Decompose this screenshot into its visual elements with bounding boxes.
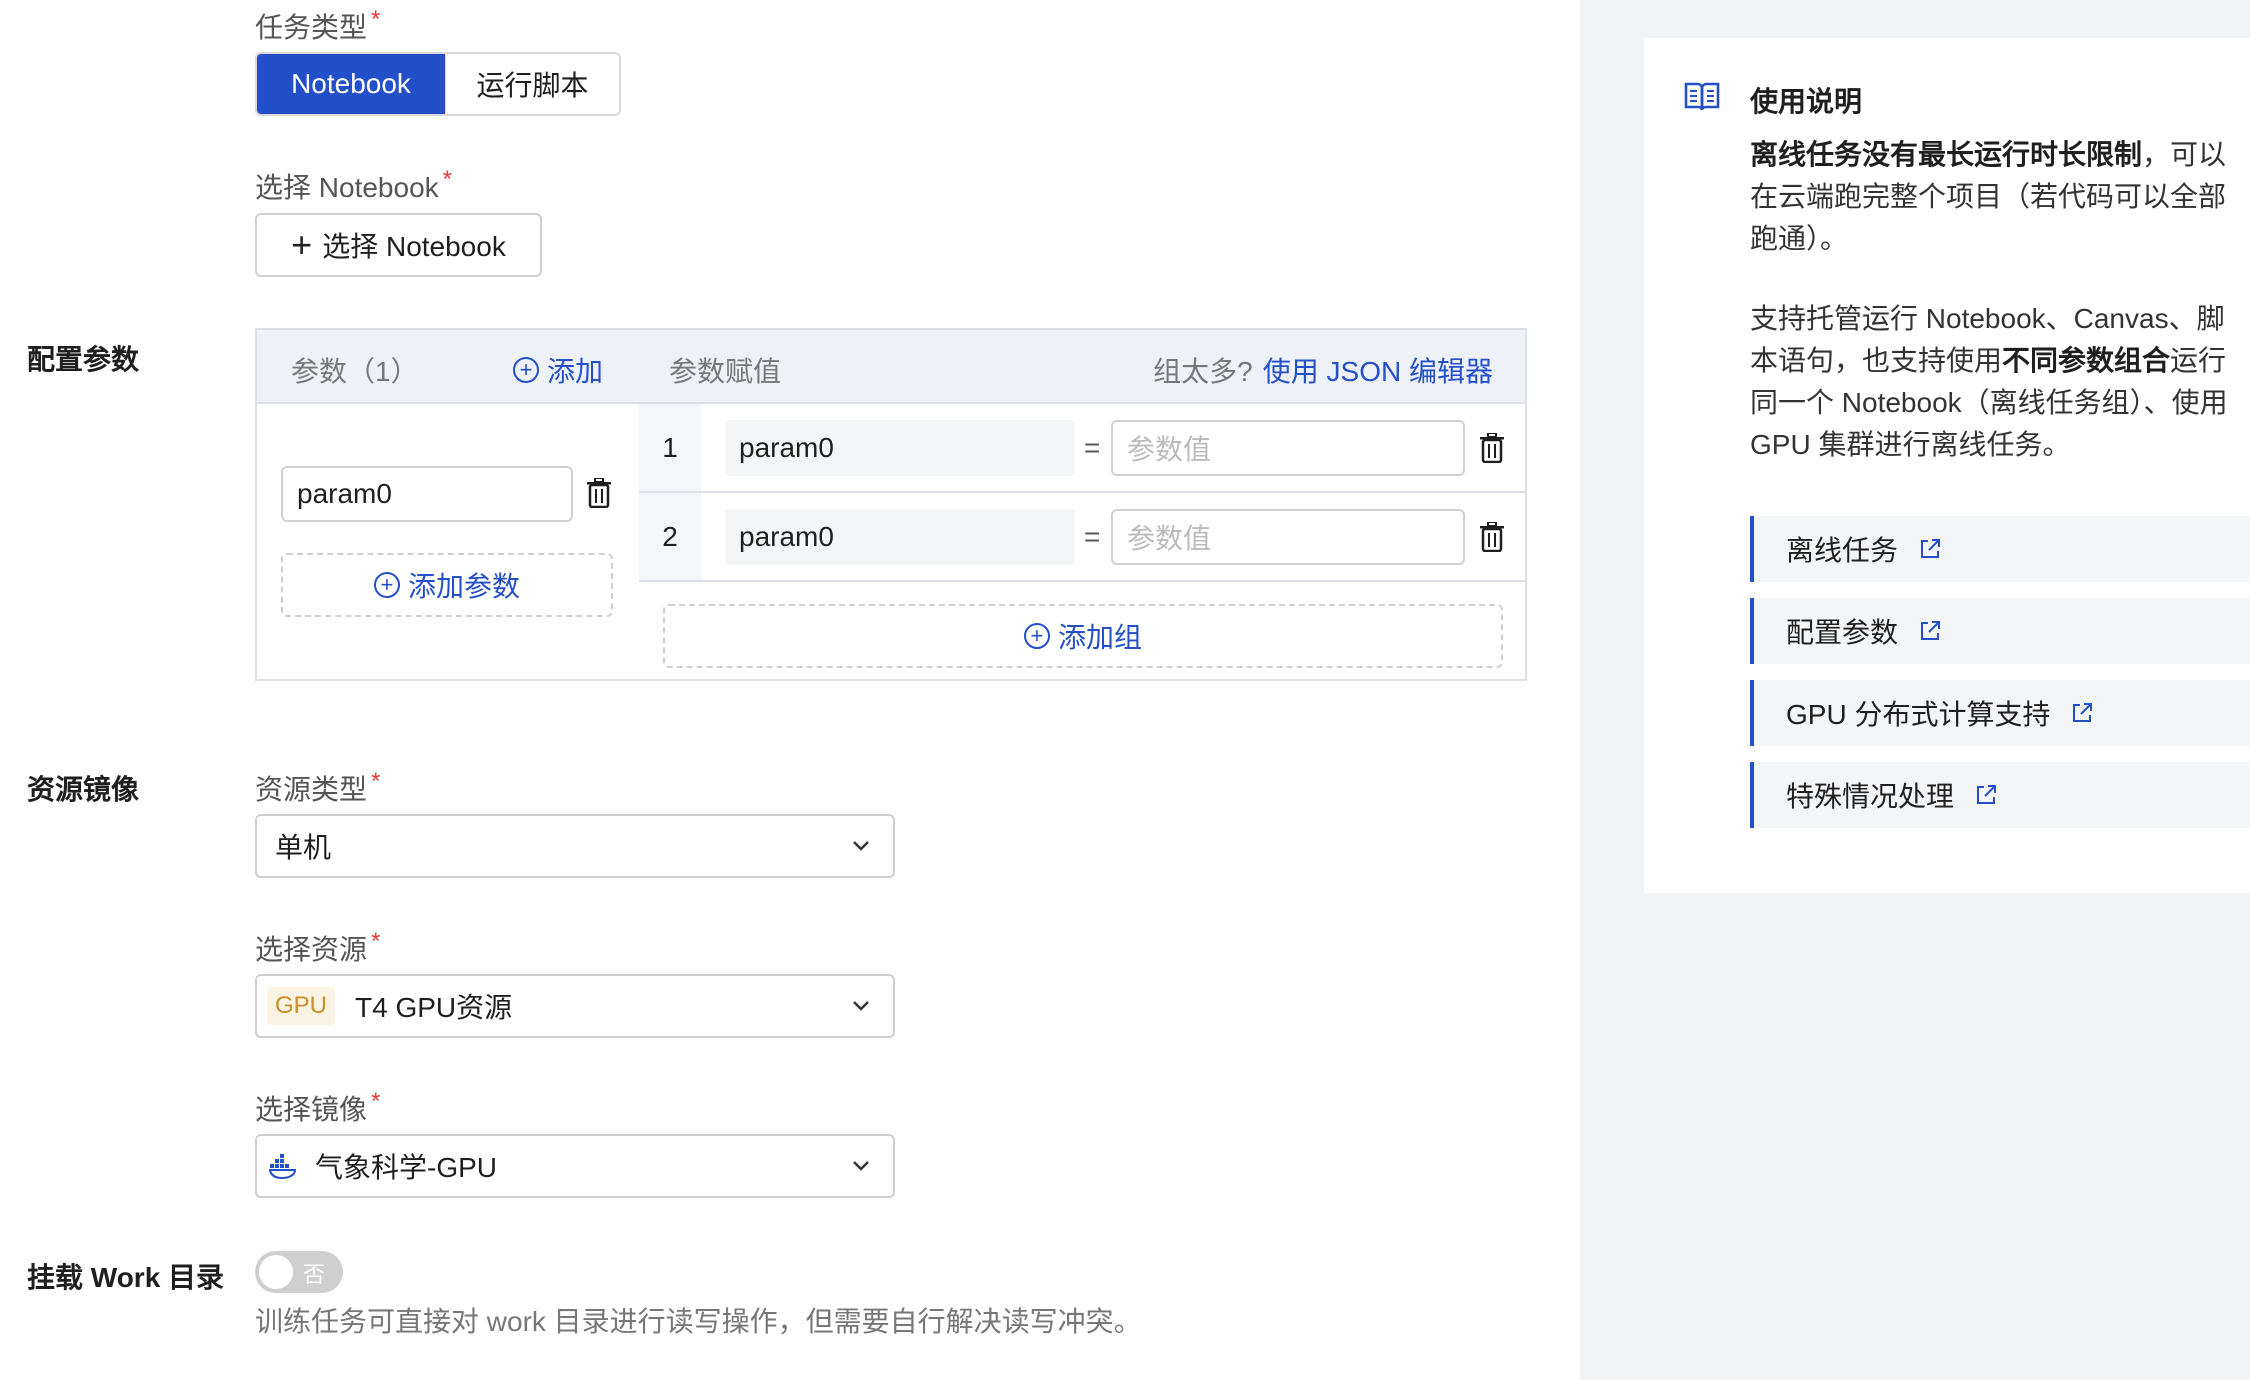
select-resource-label: 选择资源 * [255, 928, 381, 965]
param-group-row: 2 param0 = 参数值 [639, 493, 1527, 582]
param-table-header: 参数（1） + 添加 参数赋值 组太多? 使用 JSON 编辑器 [257, 330, 1525, 404]
external-link-icon [1921, 621, 1941, 640]
help-para2-bold: 不同参数组合 [2002, 345, 2171, 376]
toggle-knob [259, 1255, 293, 1289]
resource-value: T4 GPU资源 [355, 992, 513, 1023]
external-link-icon [1921, 539, 1941, 558]
param-name-field: param0 [725, 509, 1075, 565]
external-link-icon [2073, 703, 2093, 722]
params-count-header: 参数（1） [291, 356, 419, 387]
image-value: 气象科学-GPU [315, 1152, 498, 1183]
task-type-notebook-option[interactable]: Notebook [257, 54, 445, 114]
mount-work-section-label: 挂载 Work 目录 [27, 1262, 225, 1293]
delete-icon[interactable] [1479, 522, 1505, 552]
help-card: 使用说明 离线任务没有最长运行时长限制，可以在云端跑完整个项目（若代码可以全部跑… [1644, 38, 2250, 893]
json-editor-link[interactable]: 使用 JSON 编辑器 [1263, 356, 1493, 387]
row-index: 1 [639, 404, 701, 491]
help-link-offline-task[interactable]: 离线任务 [1750, 516, 2250, 582]
param-name-field: param0 [725, 420, 1075, 476]
docker-icon [269, 1154, 297, 1179]
equals-sign: = [1084, 432, 1101, 463]
help-link-label: GPU 分布式计算支持 [1786, 699, 2051, 730]
param-group-row: 1 param0 = 参数值 [639, 404, 1527, 493]
delete-param-icon[interactable] [586, 478, 612, 508]
add-circle-icon: + [373, 572, 400, 598]
help-link-label: 配置参数 [1786, 617, 1899, 648]
external-link-icon [1977, 785, 1997, 804]
add-param-header-button[interactable]: + 添加 [513, 350, 603, 390]
plus-icon: + [291, 224, 313, 265]
row-index: 2 [639, 493, 701, 580]
chevron-down-icon [853, 1001, 869, 1011]
mount-work-toggle[interactable]: 否 [255, 1251, 343, 1293]
add-group-label: 添加组 [1057, 622, 1142, 653]
help-paragraph-2: 支持托管运行 Notebook、Canvas、脚本语句，也支持使用不同参数组合运… [1750, 298, 2240, 466]
task-type-script-option[interactable]: 运行脚本 [445, 54, 619, 114]
config-params-section-label: 配置参数 [27, 344, 140, 375]
book-icon [1684, 82, 1720, 111]
resource-image-section-label: 资源镜像 [27, 774, 140, 805]
help-para1-bold: 离线任务没有最长运行时长限制 [1750, 139, 2143, 170]
param-value-input[interactable]: 参数值 [1111, 420, 1465, 476]
task-type-label: 任务类型 * [255, 6, 381, 43]
add-circle-icon: + [1023, 623, 1050, 649]
help-link-label: 特殊情况处理 [1786, 781, 1955, 812]
resource-type-label: 资源类型 * [255, 768, 381, 805]
help-title: 使用说明 [1750, 86, 1863, 117]
select-image-label: 选择镜像 * [255, 1088, 381, 1125]
param-list-column [257, 404, 639, 679]
param-name-input[interactable]: param0 [281, 466, 573, 522]
help-link-gpu-distributed[interactable]: GPU 分布式计算支持 [1750, 680, 2250, 746]
add-param-label: 添加参数 [407, 571, 520, 602]
select-notebook-button[interactable]: + 选择 Notebook [255, 213, 542, 277]
mount-work-hint: 训练任务可直接对 work 目录进行读写操作，但需要自行解决读写冲突。 [255, 1306, 1142, 1337]
add-header-label: 添加 [547, 356, 604, 387]
chevron-down-icon [853, 1161, 869, 1171]
too-many-groups-hint: 组太多? 使用 JSON 编辑器 [1153, 350, 1493, 390]
help-panel: 使用说明 离线任务没有最长运行时长限制，可以在云端跑完整个项目（若代码可以全部跑… [1580, 0, 2250, 1380]
help-link-label: 离线任务 [1786, 535, 1899, 566]
gpu-badge: GPU [267, 987, 335, 1025]
add-param-button[interactable]: + 添加参数 [281, 553, 613, 617]
help-link-config-params[interactable]: 配置参数 [1750, 598, 2250, 664]
chevron-down-icon [853, 841, 869, 851]
form-area: 任务类型 * Notebook 运行脚本 选择 Notebook * + 选择 No… [0, 0, 1580, 1380]
add-circle-icon: + [513, 357, 539, 383]
toggle-label: 否 [303, 1262, 326, 1287]
help-paragraph-1: 离线任务没有最长运行时长限制，可以在云端跑完整个项目（若代码可以全部跑通）。 [1750, 134, 2240, 260]
select-notebook-label: 选择 Notebook * [255, 166, 452, 203]
equals-sign: = [1084, 521, 1101, 552]
resource-type-select[interactable]: 单机 [255, 814, 895, 878]
param-assign-header: 参数赋值 [669, 356, 782, 387]
resource-type-value: 单机 [275, 832, 332, 863]
param-value-input[interactable]: 参数值 [1111, 509, 1465, 565]
help-link-special-cases[interactable]: 特殊情况处理 [1750, 762, 2250, 828]
too-many-label: 组太多? [1153, 356, 1253, 387]
add-group-button[interactable]: + 添加组 [663, 604, 1503, 668]
select-notebook-button-label: 选择 Notebook [322, 231, 506, 262]
delete-icon[interactable] [1479, 433, 1505, 463]
task-type-segmented: Notebook 运行脚本 [255, 52, 621, 116]
resource-select[interactable]: GPU T4 GPU资源 [255, 974, 895, 1038]
image-select[interactable]: 气象科学-GPU [255, 1134, 895, 1198]
